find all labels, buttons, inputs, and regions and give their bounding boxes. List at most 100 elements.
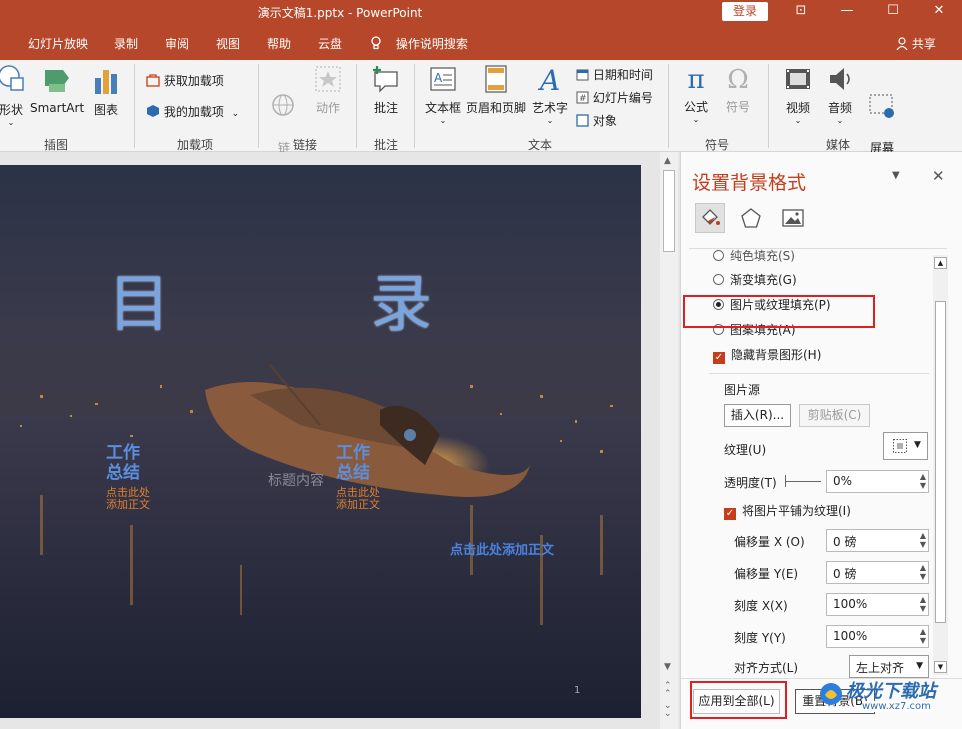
group-addins: 加载项 xyxy=(176,138,213,152)
transparency-slider[interactable] xyxy=(786,481,821,482)
scale-x-label: 刻度 X(X) xyxy=(734,599,788,613)
texture-dropdown[interactable]: ▼ xyxy=(883,432,928,460)
spinner-icon[interactable]: ▲ ▼ xyxy=(920,627,926,645)
tab-cloud[interactable]: 云盘 xyxy=(318,35,342,52)
hide-background-graphics-option[interactable]: ✓ 隐藏背景图形(H) xyxy=(713,346,821,364)
spinner-icon[interactable]: ▲ ▼ xyxy=(920,531,926,549)
smartart-icon xyxy=(30,64,84,99)
editor-scrollbar-thumb[interactable] xyxy=(663,170,675,252)
comment-icon xyxy=(366,64,406,97)
tell-me-search[interactable]: 操作说明搜索 xyxy=(370,35,500,52)
tab-review[interactable]: 审阅 xyxy=(165,35,189,52)
wordart-label: 艺术字 xyxy=(531,101,568,115)
pane-scrollbar[interactable]: ▲ ▼ xyxy=(933,255,948,675)
effects-tab[interactable] xyxy=(739,206,763,233)
offset-y-field[interactable]: 0 磅 ▲ ▼ xyxy=(826,561,929,584)
action-button[interactable]: 动作 xyxy=(308,64,348,116)
spinner-icon[interactable]: ▲ ▼ xyxy=(920,595,926,613)
transparency-field[interactable]: 0% ▲ ▼ xyxy=(826,470,929,493)
solid-fill-label: 纯色填充(S) xyxy=(730,249,795,263)
slide-item1-body[interactable]: 点击此处 添加正文 xyxy=(106,487,176,511)
comment-button[interactable]: 批注 xyxy=(366,64,406,116)
tile-as-texture-label: 将图片平铺为纹理(I) xyxy=(742,504,851,518)
editor-scrollbar[interactable]: ▲ ▼ ⌃ ⌃ ⌄ ⌄ xyxy=(660,152,678,729)
object-label: 对象 xyxy=(592,114,617,128)
tab-record[interactable]: 录制 xyxy=(114,35,138,52)
slide-canvas[interactable]: 目 录 工作 总结 点击此处 添加正文 标题内容 工作 总结 点击此处 添加正文… xyxy=(0,165,641,718)
slide-center-hint[interactable]: 标题内容 xyxy=(268,470,324,490)
login-button[interactable]: 登录 xyxy=(722,2,768,21)
pane-options-chevron-icon[interactable]: ▼ xyxy=(892,170,900,181)
spinner-icon[interactable]: ▲ ▼ xyxy=(920,563,926,581)
slide-body-placeholder[interactable]: 点击此处添加正文 xyxy=(450,539,554,558)
watermark-url: www.xz7.com xyxy=(862,701,931,712)
slide-number-button[interactable]: # 幻灯片编号 xyxy=(576,89,660,106)
next-slide-icon[interactable]: ⌄ ⌄ xyxy=(664,702,672,719)
slide-item2-body[interactable]: 点击此处 添加正文 xyxy=(336,487,406,511)
picture-tab[interactable] xyxy=(781,206,805,233)
insert-button[interactable]: 插入(R)... xyxy=(724,404,791,427)
equation-button[interactable]: π 公式 ⌄ xyxy=(676,64,716,124)
datetime-button[interactable]: 日期和时间 xyxy=(576,66,660,83)
slide-title-left[interactable]: 目 xyxy=(108,253,170,343)
tab-view[interactable]: 视图 xyxy=(216,35,240,52)
close-button[interactable]: ✕ xyxy=(916,0,962,24)
slide-item2-title[interactable]: 工作 总结 xyxy=(336,443,396,483)
transparency-slider-handle[interactable] xyxy=(785,475,786,487)
prev-slide-icon[interactable]: ⌃ ⌃ xyxy=(664,682,672,699)
video-button[interactable]: 视频 ⌄ xyxy=(778,64,818,125)
pane-close-icon[interactable]: ✕ xyxy=(932,167,945,185)
shapes-button[interactable]: 形状 ⌄ xyxy=(0,64,28,127)
ribbon-tabs: 幻灯片放映 录制 审阅 视图 帮助 云盘 操作说明搜索 共享 xyxy=(0,24,962,60)
pane-scrollbar-thumb[interactable] xyxy=(935,301,946,623)
texture-label: 纹理(U) xyxy=(724,443,767,457)
offset-x-value: 0 磅 xyxy=(833,535,857,549)
solid-fill-option[interactable]: 纯色填充(S) xyxy=(713,249,795,264)
tab-slideshow[interactable]: 幻灯片放映 xyxy=(28,35,88,52)
header-footer-button[interactable]: 页眉和页脚 xyxy=(464,64,528,116)
wordart-button[interactable]: A 艺术字 ⌄ xyxy=(528,64,572,125)
tab-help[interactable]: 帮助 xyxy=(267,35,291,52)
group-links: 链接 xyxy=(292,138,317,152)
gradient-fill-radio[interactable] xyxy=(713,274,724,285)
store-icon xyxy=(146,74,164,88)
clipboard-button[interactable]: 剪贴板(C) xyxy=(799,404,870,427)
scroll-up-arrow-icon[interactable]: ▲ xyxy=(664,156,671,166)
calendar-icon xyxy=(576,68,589,82)
scroll-down-arrow-icon[interactable]: ▼ xyxy=(664,662,671,672)
ribbon-separator xyxy=(414,64,415,148)
slide-title-right[interactable]: 录 xyxy=(370,253,432,343)
minimize-button[interactable]: — xyxy=(824,0,870,24)
scroll-down-arrow-icon[interactable]: ▼ xyxy=(934,661,947,673)
textbox-button[interactable]: A 文本框 ⌄ xyxy=(420,64,466,125)
texture-swatch-icon xyxy=(893,439,907,453)
gradient-fill-label: 渐变填充(G) xyxy=(730,273,797,287)
scroll-up-arrow-icon[interactable]: ▲ xyxy=(934,257,947,269)
gradient-fill-option[interactable]: 渐变填充(G) xyxy=(713,271,797,288)
chart-button[interactable]: 图表 xyxy=(88,64,124,118)
hide-background-graphics-checkbox[interactable]: ✓ xyxy=(713,352,725,364)
fill-tab[interactable] xyxy=(695,203,725,233)
slide-item1-title[interactable]: 工作 总结 xyxy=(106,443,166,483)
tile-as-texture-checkbox[interactable]: ✓ xyxy=(724,508,736,520)
object-button[interactable]: 对象 xyxy=(576,112,636,129)
shapes-label: 形状 xyxy=(0,103,23,117)
spinner-icon[interactable]: ▲ ▼ xyxy=(920,472,926,490)
offset-x-field[interactable]: 0 磅 ▲ ▼ xyxy=(826,529,929,552)
share-button[interactable]: 共享 xyxy=(896,35,936,52)
my-addins-button[interactable]: 我的加载项 ⌄ xyxy=(146,103,256,120)
window-title: 演示文稿1.pptx - PowerPoint xyxy=(257,6,423,20)
scale-x-field[interactable]: 100% ▲ ▼ xyxy=(826,593,929,616)
scale-y-field[interactable]: 100% ▲ ▼ xyxy=(826,625,929,648)
pane-divider xyxy=(709,373,929,374)
get-addins-button[interactable]: 获取加载项 xyxy=(146,72,246,89)
group-comments: 批注 xyxy=(373,138,398,152)
symbol-button[interactable]: Ω 符号 xyxy=(718,64,758,115)
maximize-button[interactable]: ☐ xyxy=(870,0,916,24)
ribbon-display-button[interactable]: ⊡ xyxy=(778,0,824,24)
audio-button[interactable]: 音频 ⌄ xyxy=(820,64,860,125)
svg-text:#: # xyxy=(579,94,587,104)
omega-icon: Ω xyxy=(727,65,749,95)
tile-as-texture-option[interactable]: ✓ 将图片平铺为纹理(I) xyxy=(724,502,851,520)
smartart-button[interactable]: SmartArt xyxy=(30,64,84,115)
